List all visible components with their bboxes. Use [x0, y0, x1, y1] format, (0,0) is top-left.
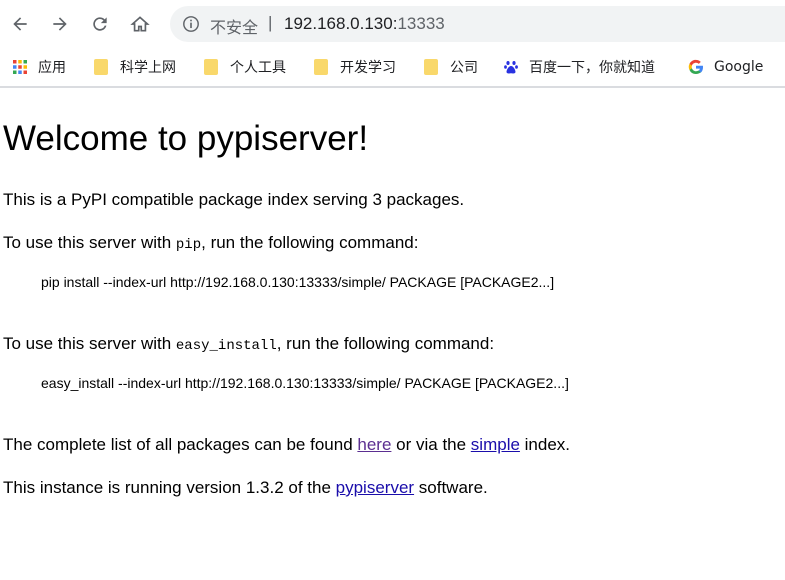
easy-install-command: easy_install --index-url http://192.168.…: [41, 375, 569, 391]
simple-index-link[interactable]: simple: [471, 435, 520, 454]
list-suffix: index.: [519, 435, 571, 454]
security-label[interactable]: 不安全: [210, 14, 258, 38]
address-bar[interactable]: 不安全 | 192.168.0.130:13333: [170, 6, 785, 42]
baidu-paw-icon: [504, 61, 518, 74]
bookmark-label: 科学上网: [120, 60, 176, 76]
list-prefix: The complete list of all packages can be…: [3, 435, 358, 454]
google-g-icon: [688, 59, 703, 75]
home-button[interactable]: [126, 10, 154, 38]
bookmark-label: 公司: [450, 60, 478, 76]
page-content: Welcome to pypiserver! This is a PyPI co…: [3, 88, 783, 497]
bookmark-label: 开发学习: [340, 60, 396, 76]
url-text[interactable]: 192.168.0.130:13333: [284, 14, 445, 34]
easy-code: easy_install: [175, 338, 277, 354]
reload-icon: [93, 17, 107, 31]
bookmark-folder-company[interactable]: 公司: [424, 56, 478, 78]
arrow-right-icon: [53, 17, 67, 31]
page-title: Welcome to pypiserver!: [3, 119, 369, 158]
pip-suffix: , run the following command:: [201, 233, 419, 252]
folder-icon: [424, 59, 438, 75]
bookmark-folder-tools[interactable]: 个人工具: [204, 56, 286, 78]
bookmark-label: 百度一下，你就知道: [529, 60, 655, 76]
pip-code: pip: [175, 237, 202, 253]
home-icon: [130, 16, 150, 32]
apps-grid-icon: [13, 60, 27, 74]
pip-prefix: To use this server with: [3, 233, 176, 252]
bookmark-apps[interactable]: 应用: [12, 56, 66, 78]
forward-button[interactable]: [46, 10, 74, 38]
info-icon[interactable]: [182, 15, 200, 33]
bookmark-label: 应用: [38, 60, 66, 76]
bookmark-google[interactable]: Google: [688, 56, 763, 78]
version-prefix: This instance is running version 1.3.2 o…: [3, 478, 336, 497]
folder-icon: [94, 59, 108, 75]
package-list-text: The complete list of all packages can be…: [3, 434, 570, 456]
url-port: 13333: [397, 14, 445, 33]
browser-toolbar: 不安全 | 192.168.0.130:13333: [0, 0, 785, 48]
easy-suffix: , run the following command:: [276, 334, 495, 353]
url-separator: |: [268, 13, 273, 32]
back-button[interactable]: [6, 10, 34, 38]
version-suffix: software.: [414, 478, 488, 497]
bookmarks-bar: 应用 科学上网 个人工具 开发学习 公司 百度一下，你就知道 Google: [0, 48, 785, 86]
arrow-left-icon: [13, 17, 27, 31]
easy-prefix: To use this server with: [3, 334, 176, 353]
bookmark-folder-dev[interactable]: 开发学习: [314, 56, 396, 78]
url-host: 192.168.0.130:: [284, 14, 398, 33]
bookmark-baidu[interactable]: 百度一下，你就知道: [503, 56, 655, 78]
easy-install-instructions: To use this server with easy_install, ru…: [3, 333, 494, 357]
folder-icon: [314, 59, 328, 75]
here-link[interactable]: here: [357, 435, 391, 454]
list-middle: or via the: [391, 435, 471, 454]
version-text: This instance is running version 1.3.2 o…: [3, 477, 488, 499]
intro-text: This is a PyPI compatible package index …: [3, 190, 465, 209]
pypiserver-link[interactable]: pypiserver: [336, 478, 414, 497]
pip-instructions: To use this server with pip, run the fol…: [3, 232, 418, 256]
reload-button[interactable]: [86, 10, 114, 38]
bookmark-label: 个人工具: [230, 60, 286, 76]
bookmark-folder-science[interactable]: 科学上网: [94, 56, 176, 78]
folder-icon: [204, 59, 218, 75]
bookmark-label: Google: [714, 59, 764, 75]
pip-command: pip install --index-url http://192.168.0…: [41, 274, 555, 290]
